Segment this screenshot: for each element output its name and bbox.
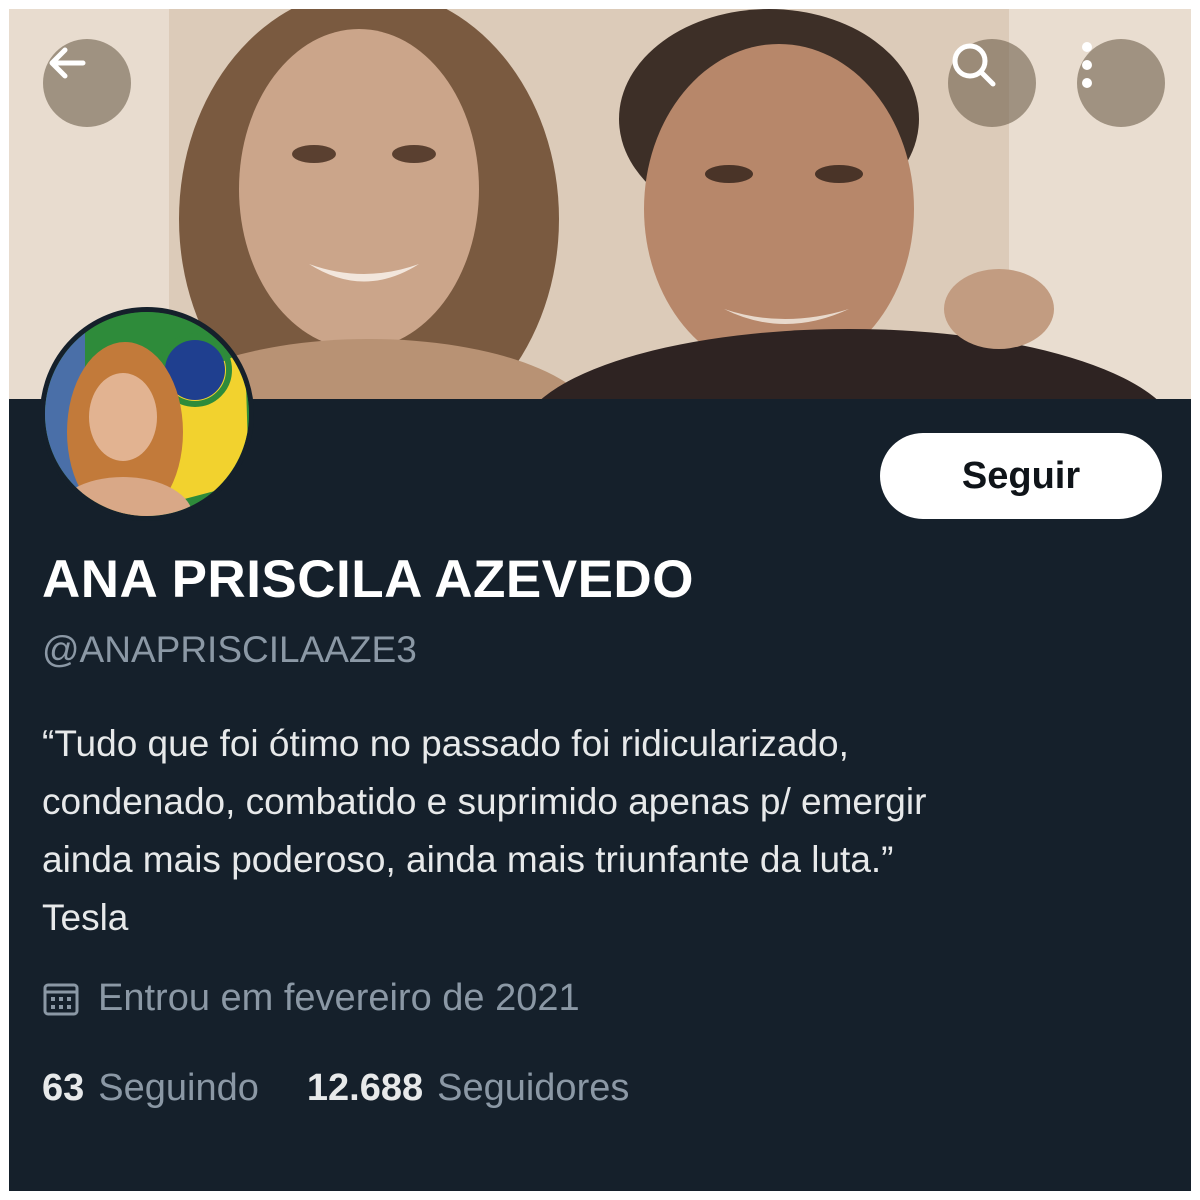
- avatar[interactable]: [40, 307, 254, 521]
- more-options-button[interactable]: [1077, 39, 1165, 127]
- joined-text: Entrou em fevereiro de 2021: [98, 977, 580, 1019]
- profile-bio: “Tudo que foi ótimo no passado foi ridic…: [42, 715, 1162, 947]
- avatar-photo-graphic: [45, 312, 249, 516]
- joined-date: Entrou em fevereiro de 2021: [42, 977, 580, 1020]
- following-label: Seguindo: [98, 1067, 259, 1109]
- search-button[interactable]: [948, 39, 1036, 127]
- following-count: 63: [42, 1067, 85, 1109]
- profile-name: ANA PRISCILA AZEVEDO: [42, 550, 694, 609]
- followers-link[interactable]: 12.688 Seguidores: [307, 1067, 629, 1110]
- followers-label: Seguidores: [437, 1067, 630, 1109]
- back-button[interactable]: [43, 39, 131, 127]
- bio-line: condenado, combatido e suprimido apenas …: [42, 781, 927, 822]
- bio-line: ainda mais poderoso, ainda mais triunfan…: [42, 839, 894, 880]
- following-link[interactable]: 63 Seguindo: [42, 1067, 259, 1110]
- profile-screen: Seguir ANA PRISCILA AZEVEDO @ANAPRISCILA…: [9, 9, 1191, 1191]
- followers-count: 12.688: [306, 1067, 424, 1109]
- follow-stats: 63 Seguindo 12.688 Seguidores: [42, 1067, 677, 1110]
- follow-button[interactable]: Seguir: [880, 433, 1162, 519]
- bio-line: Tesla: [42, 897, 129, 938]
- profile-handle: @ANAPRISCILAAZE3: [42, 629, 417, 670]
- follow-button-label: Seguir: [961, 454, 1081, 497]
- calendar-icon: [42, 980, 80, 1018]
- bio-line: “Tudo que foi ótimo no passado foi ridic…: [42, 723, 849, 764]
